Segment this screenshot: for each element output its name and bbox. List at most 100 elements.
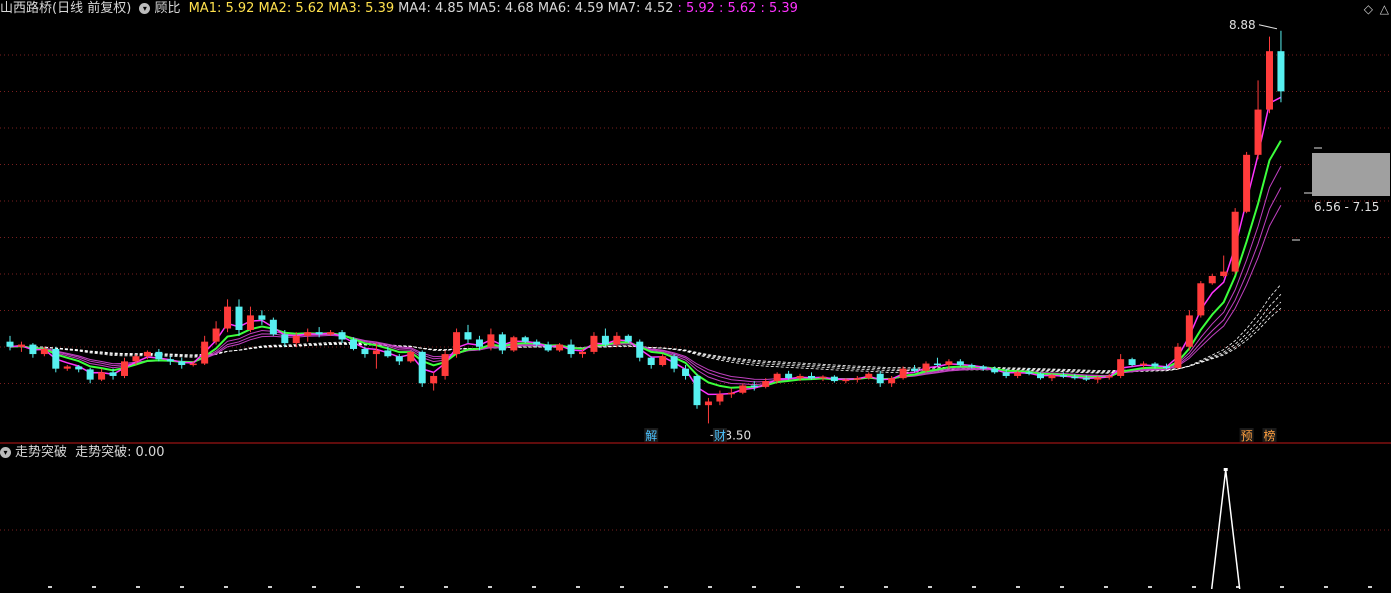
candle-body[interactable] xyxy=(178,361,186,366)
candle-body[interactable] xyxy=(624,335,632,342)
candle-body[interactable] xyxy=(785,373,793,379)
candle-body[interactable] xyxy=(235,306,243,330)
candle-body[interactable] xyxy=(487,334,495,347)
candle-body[interactable] xyxy=(98,372,106,380)
candle-body[interactable] xyxy=(579,351,586,355)
candle-body[interactable] xyxy=(361,348,369,355)
candle-body[interactable] xyxy=(1277,51,1285,92)
candle-body[interactable] xyxy=(1174,346,1182,368)
candle-body[interactable] xyxy=(441,354,449,376)
candle-body[interactable] xyxy=(1231,211,1239,272)
up-arrow-icon[interactable]: △ xyxy=(1380,2,1389,16)
candle-body[interactable] xyxy=(475,339,483,347)
candle-body[interactable] xyxy=(922,363,930,371)
candle-body[interactable] xyxy=(590,335,598,352)
candle-body[interactable] xyxy=(1220,271,1228,276)
candle-body[interactable] xyxy=(1185,315,1193,347)
candle-body[interactable] xyxy=(166,359,174,362)
candle-body[interactable] xyxy=(6,341,14,347)
candle-body[interactable] xyxy=(224,306,232,329)
event-marker[interactable]: 解 xyxy=(645,429,657,443)
candle-body[interactable] xyxy=(613,335,621,345)
candle-body[interactable] xyxy=(956,361,964,366)
candle-body[interactable] xyxy=(498,334,506,351)
candle-body[interactable] xyxy=(899,368,907,379)
candle-body[interactable] xyxy=(121,361,128,376)
candle-body[interactable] xyxy=(1243,154,1251,212)
candle-body[interactable] xyxy=(1197,283,1205,316)
candle-body[interactable] xyxy=(189,363,197,366)
candle-body[interactable] xyxy=(453,332,461,355)
candle-body[interactable] xyxy=(544,344,552,351)
candle-body[interactable] xyxy=(1002,372,1010,376)
candle-body[interactable] xyxy=(63,366,71,369)
stock-name[interactable]: 山西路桥 xyxy=(0,1,52,16)
candle-body[interactable] xyxy=(40,348,48,355)
candle-body[interactable] xyxy=(1140,363,1148,366)
candle-body[interactable] xyxy=(533,341,541,345)
candle-body[interactable] xyxy=(819,376,827,379)
candle-body[interactable] xyxy=(269,319,277,335)
candle-body[interactable] xyxy=(1094,377,1102,380)
candle-body[interactable] xyxy=(201,341,209,364)
candle-body[interactable] xyxy=(979,366,987,369)
candle-body[interactable] xyxy=(304,332,312,336)
candle-body[interactable] xyxy=(865,373,873,379)
diamond-icon[interactable]: ◇ xyxy=(1364,2,1373,16)
candle-body[interactable] xyxy=(1105,375,1113,378)
candle-body[interactable] xyxy=(132,356,140,362)
candle-body[interactable] xyxy=(338,332,346,340)
candlestick-chart[interactable]: 8.88 3.50 6.56 - 7.15 解 财 预榜 xyxy=(0,0,1391,590)
candle-body[interactable] xyxy=(693,375,701,406)
candle-body[interactable] xyxy=(1025,372,1033,374)
candle-body[interactable] xyxy=(29,344,37,355)
candle-body[interactable] xyxy=(704,401,712,406)
candle-body[interactable] xyxy=(143,351,151,357)
candle-body[interactable] xyxy=(109,372,117,376)
candle-body[interactable] xyxy=(876,373,884,384)
candle-body[interactable] xyxy=(52,348,60,369)
candle-body[interactable] xyxy=(1082,378,1090,380)
candle-body[interactable] xyxy=(1037,373,1044,379)
candle-body[interactable] xyxy=(1117,359,1125,376)
candle-body[interactable] xyxy=(350,339,357,349)
candle-body[interactable] xyxy=(727,392,735,395)
candle-body[interactable] xyxy=(659,356,667,366)
indicator-name[interactable]: 顾比 xyxy=(154,1,180,16)
candle-body[interactable] xyxy=(1014,372,1022,376)
dropdown-icon[interactable]: ▾ xyxy=(139,3,151,14)
candle-body[interactable] xyxy=(647,357,655,366)
candle-body[interactable] xyxy=(1128,359,1136,366)
candle-body[interactable] xyxy=(155,351,163,360)
candle-body[interactable] xyxy=(292,335,300,344)
candle-body[interactable] xyxy=(773,373,781,382)
candle-body[interactable] xyxy=(1266,51,1273,110)
candle-body[interactable] xyxy=(315,332,323,335)
candle-body[interactable] xyxy=(212,328,220,342)
candle-body[interactable] xyxy=(1254,109,1262,155)
candle-body[interactable] xyxy=(853,378,861,380)
candle-body[interactable] xyxy=(888,378,896,384)
candle-body[interactable] xyxy=(911,368,919,371)
candle-body[interactable] xyxy=(762,381,770,387)
candle-body[interactable] xyxy=(1151,363,1159,367)
dropdown-icon[interactable]: ▾ xyxy=(0,447,11,458)
event-marker[interactable]: 预 xyxy=(1241,429,1253,443)
candle-body[interactable] xyxy=(636,341,644,358)
candle-body[interactable] xyxy=(968,365,976,367)
event-marker[interactable]: 榜 xyxy=(1264,428,1276,443)
candle-body[interactable] xyxy=(567,344,575,355)
candle-body[interactable] xyxy=(418,351,426,384)
candle-body[interactable] xyxy=(510,337,518,351)
sub-indicator-name[interactable]: 走势突破 xyxy=(15,445,67,460)
candle-body[interactable] xyxy=(670,356,678,369)
candle-body[interactable] xyxy=(601,335,609,345)
candle-body[interactable] xyxy=(933,363,941,366)
candle-body[interactable] xyxy=(521,337,529,342)
event-marker[interactable]: 财 xyxy=(714,429,726,443)
candle-body[interactable] xyxy=(430,375,438,384)
candle-body[interactable] xyxy=(796,375,804,379)
candle-body[interactable] xyxy=(750,385,758,387)
candle-body[interactable] xyxy=(945,361,953,366)
candle-body[interactable] xyxy=(246,315,254,330)
